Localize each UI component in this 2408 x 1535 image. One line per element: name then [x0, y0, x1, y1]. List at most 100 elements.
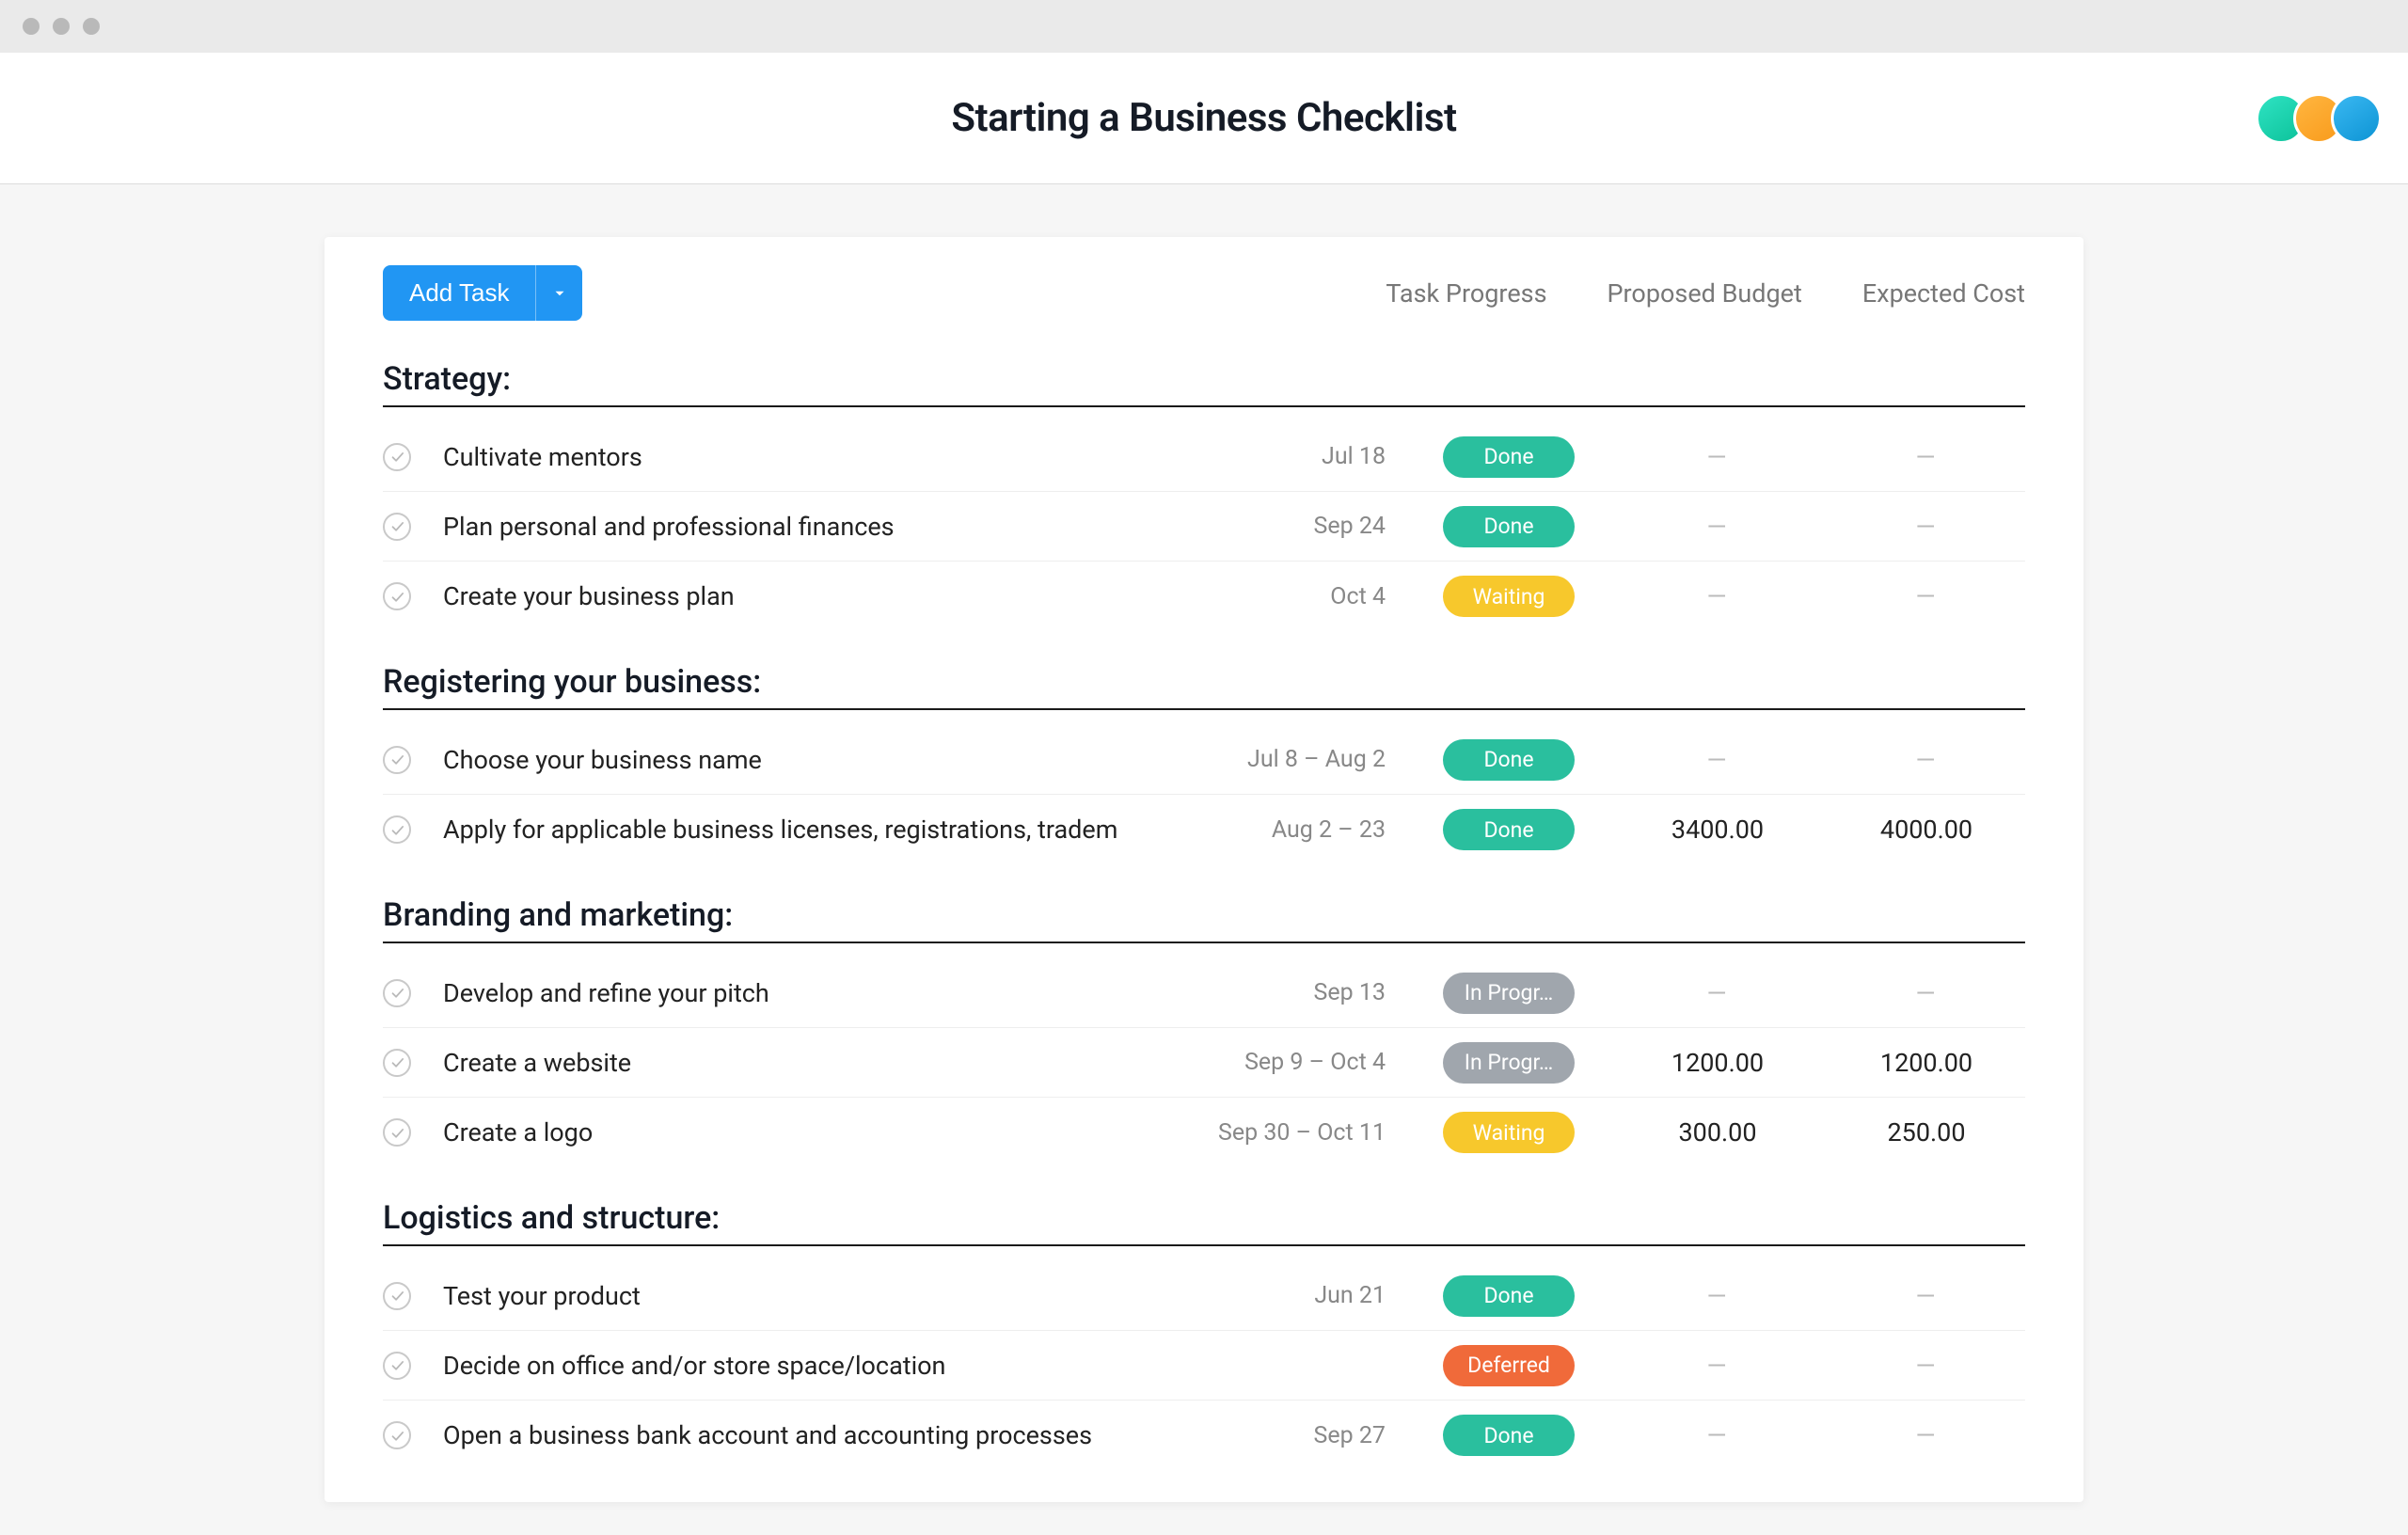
- task-date[interactable]: Sep 30 – Oct 11: [1211, 1119, 1399, 1147]
- task-date[interactable]: Oct 4: [1211, 583, 1399, 610]
- cost-cell[interactable]: —: [1828, 512, 2025, 542]
- task-date[interactable]: Sep 13: [1211, 979, 1399, 1006]
- status-cell[interactable]: Done: [1410, 1275, 1608, 1317]
- task-date[interactable]: Jun 21: [1211, 1282, 1399, 1309]
- status-cell[interactable]: Deferred: [1410, 1345, 1608, 1386]
- add-task-button[interactable]: Add Task: [383, 265, 535, 321]
- complete-check-icon[interactable]: [383, 1282, 411, 1310]
- task-panel: Add Task Task Progress Proposed Budget E…: [325, 237, 2083, 1502]
- cost-cell[interactable]: —: [1828, 442, 2025, 472]
- task-name[interactable]: Open a business bank account and account…: [443, 1420, 1199, 1450]
- complete-check-icon[interactable]: [383, 582, 411, 610]
- section-title[interactable]: Strategy:: [383, 360, 2025, 407]
- status-cell[interactable]: Done: [1410, 436, 1608, 478]
- task-row[interactable]: Plan personal and professional finances S…: [383, 492, 2025, 562]
- complete-check-icon[interactable]: [383, 815, 411, 844]
- budget-cell[interactable]: 300.00: [1619, 1117, 1816, 1147]
- section: Branding and marketing: Develop and refin…: [383, 896, 2025, 1167]
- task-row[interactable]: Create a website Sep 9 – Oct 4 In Progr… 12…: [383, 1028, 2025, 1098]
- status-cell[interactable]: In Progr…: [1410, 973, 1608, 1014]
- budget-cell[interactable]: —: [1619, 745, 1816, 775]
- task-date[interactable]: Jul 8 – Aug 2: [1211, 746, 1399, 773]
- cost-cell[interactable]: —: [1828, 1420, 2025, 1450]
- section-title[interactable]: Branding and marketing:: [383, 896, 2025, 943]
- status-cell[interactable]: Done: [1410, 739, 1608, 781]
- status-cell[interactable]: Done: [1410, 1415, 1608, 1456]
- section-title[interactable]: Registering your business:: [383, 663, 2025, 710]
- complete-check-icon[interactable]: [383, 1049, 411, 1077]
- status-cell[interactable]: Waiting: [1410, 1112, 1608, 1153]
- task-name[interactable]: Cultivate mentors: [443, 442, 1199, 472]
- status-badge: Done: [1443, 506, 1575, 547]
- section: Registering your business: Choose your bu…: [383, 663, 2025, 864]
- task-row[interactable]: Decide on office and/or store space/loca…: [383, 1331, 2025, 1400]
- window-dot: [53, 18, 70, 35]
- task-name[interactable]: Develop and refine your pitch: [443, 978, 1199, 1008]
- task-row[interactable]: Choose your business name Jul 8 – Aug 2 Do…: [383, 725, 2025, 795]
- status-cell[interactable]: Waiting: [1410, 576, 1608, 617]
- status-cell[interactable]: Done: [1410, 809, 1608, 850]
- task-date[interactable]: Sep 24: [1211, 513, 1399, 540]
- budget-cell[interactable]: —: [1619, 978, 1816, 1008]
- task-row[interactable]: Cultivate mentors Jul 18 Done — —: [383, 422, 2025, 492]
- task-name[interactable]: Decide on office and/or store space/loca…: [443, 1351, 1199, 1381]
- complete-check-icon[interactable]: [383, 1118, 411, 1147]
- cost-cell[interactable]: —: [1828, 745, 2025, 775]
- complete-check-icon[interactable]: [383, 1352, 411, 1380]
- cost-cell[interactable]: —: [1828, 1351, 2025, 1381]
- complete-check-icon[interactable]: [383, 979, 411, 1007]
- budget-cell[interactable]: —: [1619, 442, 1816, 472]
- chevron-down-icon: [551, 285, 568, 302]
- col-progress[interactable]: Task Progress: [1386, 278, 1546, 309]
- add-task-group: Add Task: [383, 265, 582, 321]
- task-name[interactable]: Apply for applicable business licenses, …: [443, 815, 1199, 845]
- cost-cell[interactable]: 1200.00: [1828, 1048, 2025, 1078]
- task-name[interactable]: Create your business plan: [443, 581, 1199, 611]
- cost-cell[interactable]: —: [1828, 1281, 2025, 1311]
- task-date[interactable]: Sep 27: [1211, 1422, 1399, 1449]
- status-badge: Done: [1443, 1415, 1575, 1456]
- avatar[interactable]: [2331, 93, 2382, 144]
- task-name[interactable]: Choose your business name: [443, 745, 1199, 775]
- status-cell[interactable]: Done: [1410, 506, 1608, 547]
- task-row[interactable]: Create a logo Sep 30 – Oct 11 Waiting 300.0…: [383, 1098, 2025, 1167]
- status-badge: Done: [1443, 1275, 1575, 1317]
- status-cell[interactable]: In Progr…: [1410, 1042, 1608, 1084]
- window-chrome: [0, 0, 2408, 53]
- task-row[interactable]: Open a business bank account and account…: [383, 1400, 2025, 1470]
- budget-cell[interactable]: 1200.00: [1619, 1048, 1816, 1078]
- status-badge: In Progr…: [1443, 973, 1575, 1014]
- task-row[interactable]: Apply for applicable business licenses, …: [383, 795, 2025, 864]
- avatar-stack: [2269, 93, 2382, 144]
- budget-cell[interactable]: —: [1619, 1281, 1816, 1311]
- budget-cell[interactable]: —: [1619, 1351, 1816, 1381]
- task-name[interactable]: Create a logo: [443, 1117, 1199, 1147]
- col-cost[interactable]: Expected Cost: [1862, 278, 2025, 309]
- section-title[interactable]: Logistics and structure:: [383, 1199, 2025, 1246]
- budget-cell[interactable]: —: [1619, 1420, 1816, 1450]
- task-date[interactable]: Aug 2 – 23: [1211, 816, 1399, 844]
- cost-cell[interactable]: 250.00: [1828, 1117, 2025, 1147]
- task-date[interactable]: Sep 9 – Oct 4: [1211, 1049, 1399, 1076]
- task-row[interactable]: Test your product Jun 21 Done — —: [383, 1261, 2025, 1331]
- budget-cell[interactable]: —: [1619, 512, 1816, 542]
- task-row[interactable]: Develop and refine your pitch Sep 13 In Pr…: [383, 958, 2025, 1028]
- col-budget[interactable]: Proposed Budget: [1608, 278, 1802, 309]
- complete-check-icon[interactable]: [383, 443, 411, 471]
- task-name[interactable]: Plan personal and professional finances: [443, 512, 1199, 542]
- cost-cell[interactable]: —: [1828, 978, 2025, 1008]
- budget-cell[interactable]: —: [1619, 581, 1816, 611]
- add-task-dropdown-button[interactable]: [535, 265, 582, 321]
- complete-check-icon[interactable]: [383, 513, 411, 541]
- status-badge: Done: [1443, 436, 1575, 478]
- complete-check-icon[interactable]: [383, 1421, 411, 1449]
- cost-cell[interactable]: —: [1828, 581, 2025, 611]
- status-badge: In Progr…: [1443, 1042, 1575, 1084]
- budget-cell[interactable]: 3400.00: [1619, 815, 1816, 845]
- complete-check-icon[interactable]: [383, 746, 411, 774]
- task-row[interactable]: Create your business plan Oct 4 Waiting — —: [383, 562, 2025, 631]
- cost-cell[interactable]: 4000.00: [1828, 815, 2025, 845]
- task-name[interactable]: Test your product: [443, 1281, 1199, 1311]
- task-name[interactable]: Create a website: [443, 1048, 1199, 1078]
- task-date[interactable]: Jul 18: [1211, 443, 1399, 470]
